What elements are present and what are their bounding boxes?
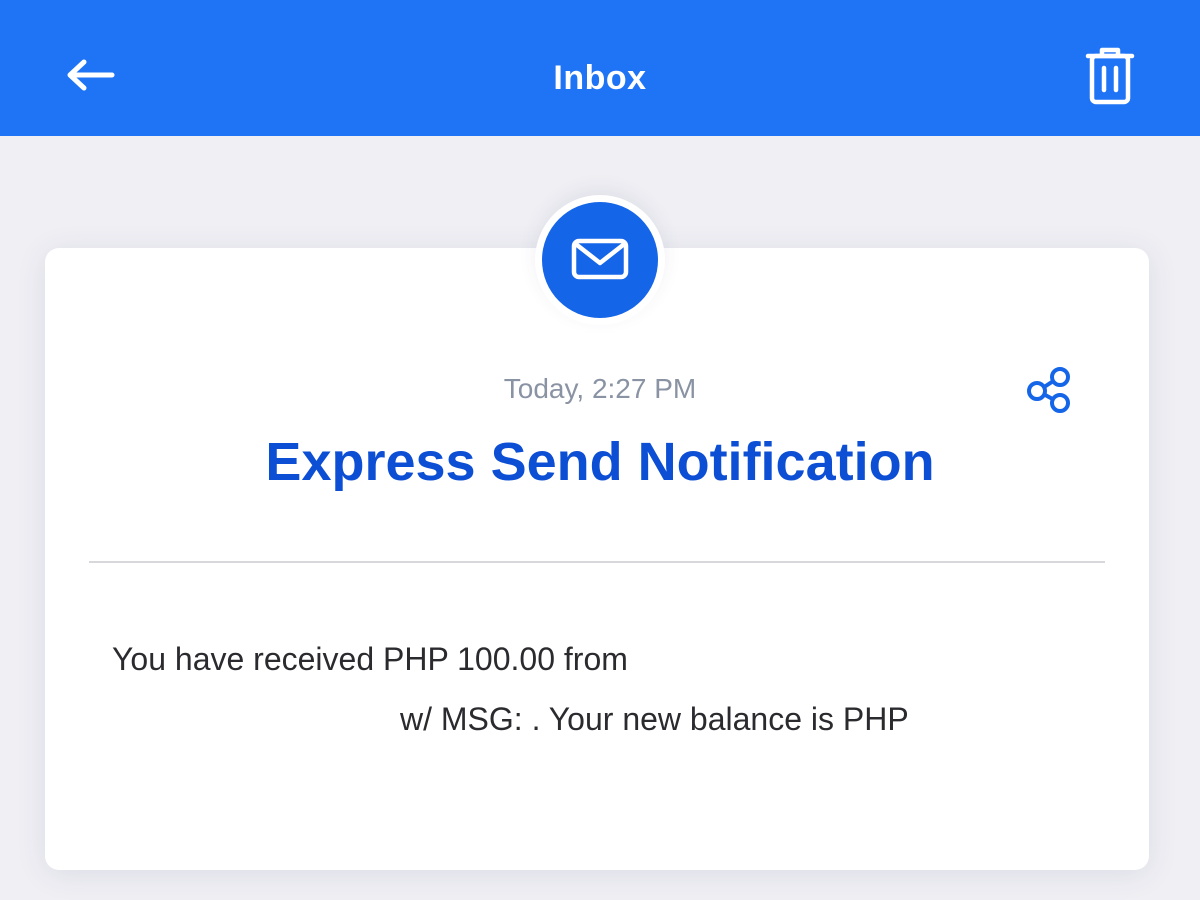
page-title: Inbox [553, 59, 647, 97]
message-card [45, 248, 1149, 870]
message-icon-badge [535, 195, 665, 325]
message-title: Express Send Notification [265, 432, 935, 492]
trash-icon [1085, 47, 1135, 105]
envelope-icon [571, 238, 629, 280]
divider [89, 561, 1105, 563]
delete-button[interactable] [1082, 44, 1138, 108]
message-timestamp: Today, 2:27 PM [503, 373, 697, 404]
message-body-line-2: w/ MSG: . Your new balance is PHP [400, 701, 909, 737]
share-icon [1027, 367, 1070, 413]
message-body-line-1: You have received PHP 100.00 from [112, 641, 628, 677]
share-button[interactable] [1024, 364, 1076, 416]
app-header: Inbox [0, 0, 1200, 136]
